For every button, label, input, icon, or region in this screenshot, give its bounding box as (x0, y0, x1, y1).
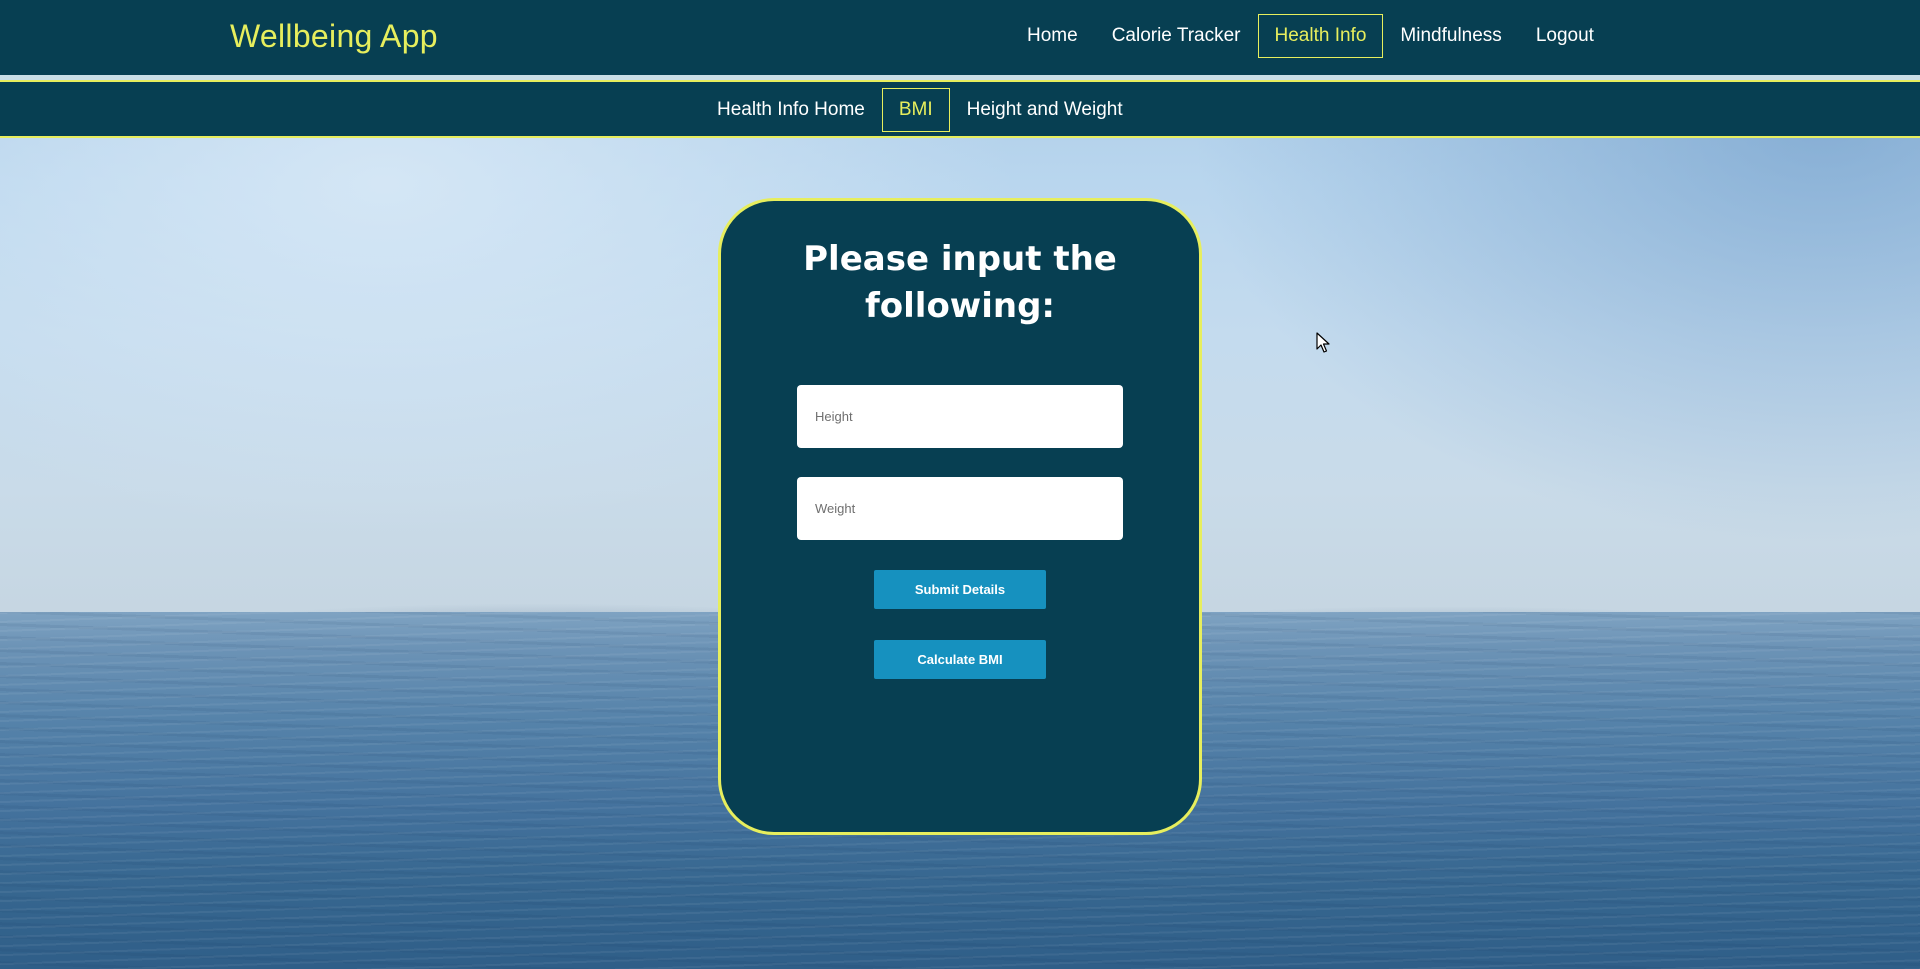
nav-calorie-tracker[interactable]: Calorie Tracker (1095, 14, 1258, 58)
nav-health-info[interactable]: Health Info (1257, 14, 1384, 58)
subnav-height-and-weight[interactable]: Height and Weight (950, 88, 1140, 132)
calculate-bmi-button[interactable]: Calculate BMI (874, 640, 1046, 679)
sub-nav: Health Info Home BMI Height and Weight (700, 88, 1140, 132)
subnav-bmi[interactable]: BMI (881, 88, 950, 132)
form-title: Please input the following: (803, 239, 1117, 326)
subnav-health-info-home[interactable]: Health Info Home (700, 88, 882, 132)
sub-navbar: Health Info Home BMI Height and Weight (0, 80, 1920, 138)
nav-logout[interactable]: Logout (1519, 14, 1611, 58)
nav-home[interactable]: Home (1010, 14, 1095, 58)
page: Wellbeing App Home Calorie Tracker Healt… (0, 0, 1920, 969)
main-nav: Home Calorie Tracker Health Info Mindful… (1010, 14, 1611, 58)
bmi-form-card: Please input the following: Submit Detai… (718, 198, 1202, 835)
app-title[interactable]: Wellbeing App (230, 18, 438, 55)
submit-details-button[interactable]: Submit Details (874, 570, 1046, 609)
nav-mindfulness[interactable]: Mindfulness (1383, 14, 1518, 58)
mouse-pointer-icon (1316, 332, 1330, 353)
height-input[interactable] (797, 385, 1123, 448)
top-navbar: Wellbeing App Home Calorie Tracker Healt… (0, 0, 1920, 80)
weight-input[interactable] (797, 477, 1123, 540)
